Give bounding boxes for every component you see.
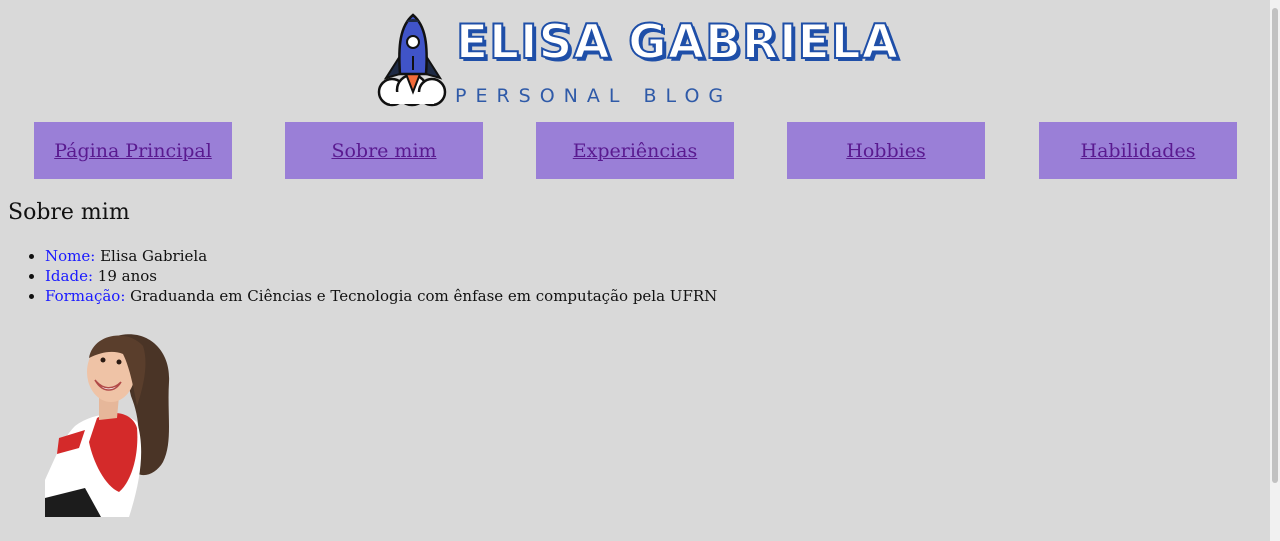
nav-item-pagina-principal[interactable]: Página Principal: [34, 122, 232, 179]
item-value: Graduanda em Ciências e Tecnologia com ê…: [125, 287, 718, 305]
site-title: ELISA GABRIELA: [455, 14, 900, 71]
item-value: 19 anos: [93, 267, 157, 285]
nav-item-label: Habilidades: [1080, 139, 1196, 162]
page-scrollbar[interactable]: [1270, 0, 1280, 541]
section-heading: Sobre mim: [8, 200, 130, 225]
list-item: Nome: Elisa Gabriela: [27, 246, 717, 266]
item-value: Elisa Gabriela: [95, 247, 208, 265]
scrollbar-thumb[interactable]: [1272, 8, 1278, 483]
rocket-icon: [377, 13, 447, 107]
nav-item-sobre-mim[interactable]: Sobre mim: [285, 122, 483, 179]
list-item: Idade: 19 anos: [27, 266, 717, 286]
profile-photo: [45, 334, 170, 517]
list-item: Formação: Graduanda em Ciências e Tecnol…: [27, 286, 717, 306]
nav-item-label: Página Principal: [54, 139, 212, 162]
site-header: ELISA GABRIELA PERSONAL BLOG: [0, 0, 1270, 115]
nav-item-label: Sobre mim: [331, 139, 437, 162]
item-key: Idade:: [45, 267, 94, 285]
item-key: Nome:: [45, 247, 96, 265]
nav-item-label: Hobbies: [846, 139, 926, 162]
site-subtitle: PERSONAL BLOG: [455, 85, 733, 107]
about-list: Nome: Elisa Gabriela Idade: 19 anos Form…: [27, 246, 717, 306]
item-key: Formação:: [45, 287, 126, 305]
nav-item-habilidades[interactable]: Habilidades: [1039, 122, 1237, 179]
nav-item-label: Experiências: [572, 139, 698, 162]
nav-item-hobbies[interactable]: Hobbies: [787, 122, 985, 179]
nav-item-experiencias[interactable]: Experiências: [536, 122, 734, 179]
